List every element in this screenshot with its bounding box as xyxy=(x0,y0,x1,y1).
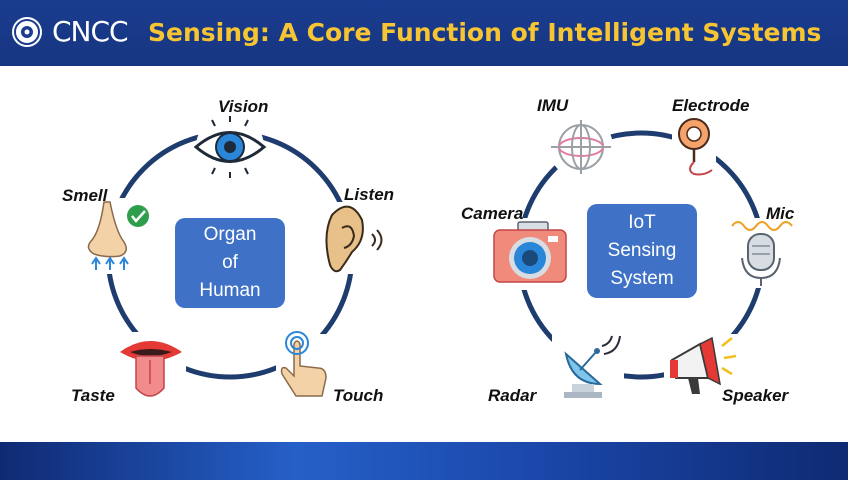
hand-touch-icon xyxy=(276,331,330,404)
nose-icon xyxy=(80,198,152,274)
human-center-box: Organ of Human xyxy=(175,218,285,308)
label-imu: IMU xyxy=(537,96,569,115)
label-smell: Smell xyxy=(62,186,108,205)
iot-center-line-3: System xyxy=(610,268,674,289)
imu-gyroscope-icon xyxy=(549,115,613,179)
footer-bar xyxy=(0,442,848,480)
check-badge-icon xyxy=(127,205,149,227)
iot-center-line-2: Sensing xyxy=(607,240,677,261)
iot-center-line-1: IoT xyxy=(628,212,656,233)
mouth-tongue-icon xyxy=(116,332,186,404)
iot-center-box: IoT Sensing System xyxy=(587,204,697,298)
label-listen: Listen xyxy=(344,185,395,204)
label-taste: Taste xyxy=(71,386,115,405)
microphone-icon xyxy=(730,218,793,288)
ear-icon xyxy=(318,202,383,274)
human-center-line-1: Organ xyxy=(203,224,257,245)
label-touch: Touch xyxy=(333,386,384,405)
human-center-line-3: Human xyxy=(199,280,261,301)
diagram-canvas xyxy=(80,113,793,404)
label-electrode: Electrode xyxy=(672,96,750,115)
label-mic: Mic xyxy=(766,204,795,223)
electrode-icon xyxy=(672,114,716,180)
eye-icon xyxy=(193,113,267,181)
label-speaker: Speaker xyxy=(722,386,789,405)
label-camera: Camera xyxy=(461,204,524,223)
label-vision: Vision xyxy=(218,97,269,116)
radar-dish-icon xyxy=(552,330,624,402)
camera-icon xyxy=(486,218,570,290)
label-radar: Radar xyxy=(488,386,537,405)
human-center-line-2: of xyxy=(222,252,238,273)
